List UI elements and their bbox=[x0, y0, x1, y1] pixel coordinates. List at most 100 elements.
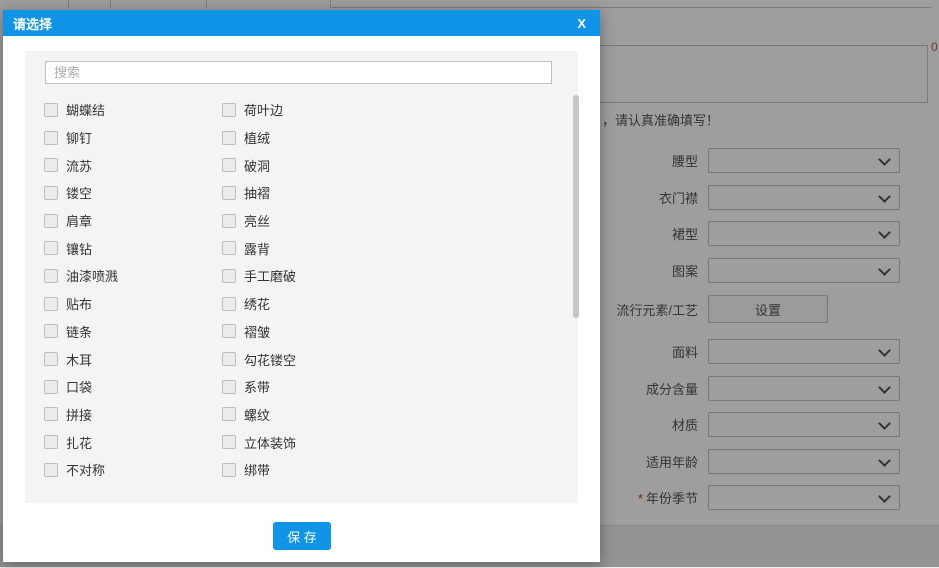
option-label: 螺纹 bbox=[244, 407, 271, 423]
option-item[interactable]: 镶钻 bbox=[44, 239, 203, 258]
checkbox[interactable] bbox=[222, 435, 236, 450]
checkbox[interactable] bbox=[44, 102, 58, 117]
option-label: 扎花 bbox=[66, 435, 93, 451]
option-item[interactable]: 亮丝 bbox=[222, 211, 381, 230]
option-label: 露背 bbox=[244, 241, 271, 257]
option-item[interactable]: 木耳 bbox=[44, 350, 203, 369]
option-row: 肩章 亮丝 bbox=[25, 207, 578, 235]
checkbox[interactable] bbox=[222, 296, 236, 311]
option-item[interactable]: 不对称 bbox=[44, 460, 203, 479]
option-item[interactable]: 油漆喷溅 bbox=[44, 266, 203, 285]
checkbox[interactable] bbox=[222, 379, 236, 394]
option-row: 拼接 螺纹 bbox=[25, 401, 578, 429]
option-row: 镶钻 露背 bbox=[25, 234, 578, 262]
option-label: 镶钻 bbox=[66, 241, 93, 257]
checkbox[interactable] bbox=[222, 158, 236, 173]
checkbox[interactable] bbox=[222, 462, 236, 477]
select-dialog: 请选择 X 蝴蝶结 荷叶边 铆钉 植绒 流苏 破洞 bbox=[3, 10, 600, 562]
option-label: 链条 bbox=[66, 324, 93, 340]
option-item[interactable]: 拼接 bbox=[44, 405, 203, 424]
checkbox[interactable] bbox=[44, 130, 58, 145]
checkbox[interactable] bbox=[222, 241, 236, 256]
option-item[interactable]: 口袋 bbox=[44, 377, 203, 396]
option-label: 蝴蝶结 bbox=[66, 103, 106, 119]
option-item[interactable]: 植绒 bbox=[222, 128, 381, 147]
option-label: 贴布 bbox=[66, 297, 93, 313]
option-row: 木耳 勾花镂空 bbox=[25, 345, 578, 373]
dialog-title: 请选择 bbox=[13, 16, 53, 32]
checkbox[interactable] bbox=[222, 213, 236, 228]
checkbox[interactable] bbox=[222, 268, 236, 283]
checkbox[interactable] bbox=[44, 158, 58, 173]
checkbox[interactable] bbox=[222, 324, 236, 339]
option-item[interactable]: 绣花 bbox=[222, 294, 381, 313]
option-label: 荷叶边 bbox=[244, 103, 284, 119]
option-label: 绑带 bbox=[244, 463, 271, 479]
checkbox[interactable] bbox=[44, 324, 58, 339]
checkbox[interactable] bbox=[44, 352, 58, 367]
option-label: 立体装饰 bbox=[244, 435, 297, 451]
option-row: 蝴蝶结 荷叶边 bbox=[25, 96, 578, 124]
option-label: 亮丝 bbox=[244, 214, 271, 230]
option-item[interactable]: 铆钉 bbox=[44, 128, 203, 147]
option-row: 铆钉 植绒 bbox=[25, 124, 578, 152]
option-label: 油漆喷溅 bbox=[66, 269, 119, 285]
option-row: 链条 褶皱 bbox=[25, 318, 578, 346]
options-panel: 蝴蝶结 荷叶边 铆钉 植绒 流苏 破洞 镂空 抽褶 bbox=[25, 51, 579, 503]
option-label: 不对称 bbox=[66, 463, 106, 479]
option-label: 植绒 bbox=[244, 131, 271, 147]
checkbox[interactable] bbox=[44, 462, 58, 477]
option-label: 系带 bbox=[244, 380, 271, 396]
option-row: 油漆喷溅 手工磨破 bbox=[25, 262, 578, 290]
checkbox[interactable] bbox=[44, 213, 58, 228]
option-label: 肩章 bbox=[66, 214, 93, 230]
option-item[interactable]: 螺纹 bbox=[222, 405, 381, 424]
dialog-header: 请选择 X bbox=[3, 10, 600, 36]
option-label: 口袋 bbox=[66, 380, 93, 396]
option-label: 铆钉 bbox=[66, 131, 93, 147]
option-item[interactable]: 贴布 bbox=[44, 294, 203, 313]
option-item[interactable]: 流苏 bbox=[44, 156, 203, 175]
option-label: 勾花镂空 bbox=[244, 352, 297, 368]
search-input[interactable] bbox=[45, 61, 552, 84]
option-item[interactable]: 镂空 bbox=[44, 183, 203, 202]
option-label: 拼接 bbox=[66, 407, 93, 423]
scrollbar-thumb[interactable] bbox=[573, 95, 579, 318]
option-item[interactable]: 抽褶 bbox=[222, 183, 381, 202]
option-label: 破洞 bbox=[244, 158, 271, 174]
checkbox[interactable] bbox=[44, 435, 58, 450]
option-item[interactable]: 褶皱 bbox=[222, 322, 381, 341]
option-item[interactable]: 蝴蝶结 bbox=[44, 100, 203, 119]
option-label: 抽褶 bbox=[244, 186, 271, 202]
checkbox[interactable] bbox=[222, 130, 236, 145]
option-label: 流苏 bbox=[66, 158, 93, 174]
option-item[interactable]: 系带 bbox=[222, 377, 381, 396]
option-row: 扎花 立体装饰 bbox=[25, 428, 578, 456]
checkbox[interactable] bbox=[44, 407, 58, 422]
checkbox[interactable] bbox=[44, 268, 58, 283]
option-row: 不对称 绑带 bbox=[25, 456, 578, 484]
option-item[interactable]: 破洞 bbox=[222, 156, 381, 175]
option-item[interactable]: 肩章 bbox=[44, 211, 203, 230]
checkbox[interactable] bbox=[222, 407, 236, 422]
option-item[interactable]: 扎花 bbox=[44, 433, 203, 452]
option-item[interactable]: 立体装饰 bbox=[222, 433, 381, 452]
option-item[interactable]: 露背 bbox=[222, 239, 381, 258]
checkbox[interactable] bbox=[44, 241, 58, 256]
option-label: 镂空 bbox=[66, 186, 93, 202]
checkbox[interactable] bbox=[222, 102, 236, 117]
checkbox[interactable] bbox=[44, 185, 58, 200]
save-button[interactable]: 保 存 bbox=[273, 522, 331, 550]
checkbox[interactable] bbox=[222, 352, 236, 367]
option-label: 褶皱 bbox=[244, 324, 271, 340]
option-item[interactable]: 手工磨破 bbox=[222, 266, 381, 285]
checkbox[interactable] bbox=[44, 379, 58, 394]
checkbox[interactable] bbox=[44, 296, 58, 311]
checkbox[interactable] bbox=[222, 185, 236, 200]
option-item[interactable]: 绑带 bbox=[222, 460, 381, 479]
option-item[interactable]: 荷叶边 bbox=[222, 100, 381, 119]
option-label: 绣花 bbox=[244, 297, 271, 313]
close-icon[interactable]: X bbox=[577, 16, 586, 31]
option-item[interactable]: 链条 bbox=[44, 322, 203, 341]
option-item[interactable]: 勾花镂空 bbox=[222, 350, 381, 369]
